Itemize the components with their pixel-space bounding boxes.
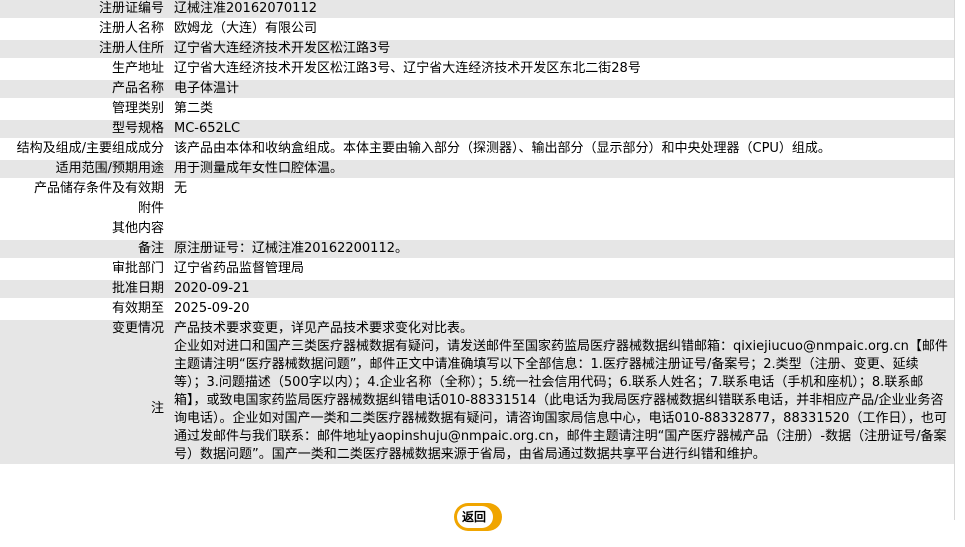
field-label: 结构及组成/主要组成成分: [0, 140, 170, 158]
field-value: 该产品由本体和收纳盒组成。本体主要由输入部分（探测器）、输出部分（显示部分）和中…: [170, 140, 954, 158]
field-label: 审批部门: [0, 260, 170, 278]
right-border: [954, 0, 955, 520]
note-value-cell: 产品技术要求变更，详见产品技术要求变化对比表。 企业如对进口和国产三类医疗器械数…: [170, 320, 954, 464]
field-value: 辽械注准20162070112: [170, 0, 954, 18]
note-text: 企业如对进口和国产三类医疗器械数据有疑问，请发送邮件至国家药监局医疗器械数据纠错…: [174, 339, 948, 462]
field-label: 其他内容: [0, 220, 170, 238]
field-label: 产品名称: [0, 80, 170, 98]
field-value: 电子体温计: [170, 80, 954, 98]
field-value: 第二类: [170, 100, 954, 118]
field-value: 无: [170, 180, 954, 198]
row-valid-until: 有效期至 2025-09-20: [0, 300, 954, 318]
field-label: 注册人住所: [0, 40, 170, 58]
field-label: 生产地址: [0, 60, 170, 78]
field-value: [170, 220, 954, 238]
note-label-cell: 变更情况 注: [0, 320, 170, 464]
field-value: 欧姆龙（大连）有限公司: [170, 20, 954, 38]
row-other-content: 其他内容: [0, 220, 954, 238]
field-label: 备注: [0, 240, 170, 258]
field-value: 辽宁省大连经济技术开发区松江路3号、辽宁省大连经济技术开发区东北二街28号: [170, 60, 954, 78]
field-label: 有效期至: [0, 300, 170, 318]
row-product-name: 产品名称 电子体温计: [0, 80, 954, 98]
change-status-label: 变更情况: [111, 321, 164, 336]
field-value: 辽宁省药品监督管理局: [170, 260, 954, 278]
row-intended-use: 适用范围/预期用途 用于测量成年女性口腔体温。: [0, 160, 954, 178]
field-value: 原注册证号：辽械注准20162200112。: [170, 240, 954, 258]
field-label: 产品储存条件及有效期: [0, 180, 170, 198]
field-value: 2020-09-21: [170, 280, 954, 298]
field-label: 注册证编号: [0, 0, 170, 18]
field-label: 适用范围/预期用途: [0, 160, 170, 178]
registration-detail-table: 注册证编号 辽械注准20162070112 注册人名称 欧姆龙（大连）有限公司 …: [0, 0, 954, 466]
row-management-category: 管理类别 第二类: [0, 100, 954, 118]
row-production-address: 生产地址 辽宁省大连经济技术开发区松江路3号、辽宁省大连经济技术开发区东北二街2…: [0, 60, 954, 78]
row-approval-department: 审批部门 辽宁省药品监督管理局: [0, 260, 954, 278]
field-value: 辽宁省大连经济技术开发区松江路3号: [170, 40, 954, 58]
field-value: 用于测量成年女性口腔体温。: [170, 160, 954, 178]
row-change-note: 变更情况 注 产品技术要求变更，详见产品技术要求变化对比表。 企业如对进口和国产…: [0, 320, 954, 464]
back-button-label: 返回: [461, 510, 486, 524]
row-structure-composition: 结构及组成/主要组成成分 该产品由本体和收纳盒组成。本体主要由输入部分（探测器）…: [0, 140, 954, 158]
field-label: 型号规格: [0, 120, 170, 138]
note-label: 注: [150, 401, 164, 416]
row-model-spec: 型号规格 MC-652LC: [0, 120, 954, 138]
change-status-value: 产品技术要求变更，详见产品技术要求变化对比表。: [174, 321, 474, 336]
detail-page: 注册证编号 辽械注准20162070112 注册人名称 欧姆龙（大连）有限公司 …: [0, 0, 965, 547]
field-value: [170, 200, 954, 218]
row-storage-validity: 产品储存条件及有效期 无: [0, 180, 954, 198]
row-approval-date: 批准日期 2020-09-21: [0, 280, 954, 298]
field-label: 管理类别: [0, 100, 170, 118]
field-label: 注册人名称: [0, 20, 170, 38]
field-label: 批准日期: [0, 280, 170, 298]
field-value: MC-652LC: [170, 120, 954, 138]
field-label: 附件: [0, 200, 170, 218]
row-registration-number: 注册证编号 辽械注准20162070112: [0, 0, 954, 18]
row-registrant-name: 注册人名称 欧姆龙（大连）有限公司: [0, 20, 954, 38]
row-remarks: 备注 原注册证号：辽械注准20162200112。: [0, 240, 954, 258]
field-value: 2025-09-20: [170, 300, 954, 318]
row-registrant-address: 注册人住所 辽宁省大连经济技术开发区松江路3号: [0, 40, 954, 58]
back-button[interactable]: 返回: [454, 503, 502, 531]
row-attachments: 附件: [0, 200, 954, 218]
